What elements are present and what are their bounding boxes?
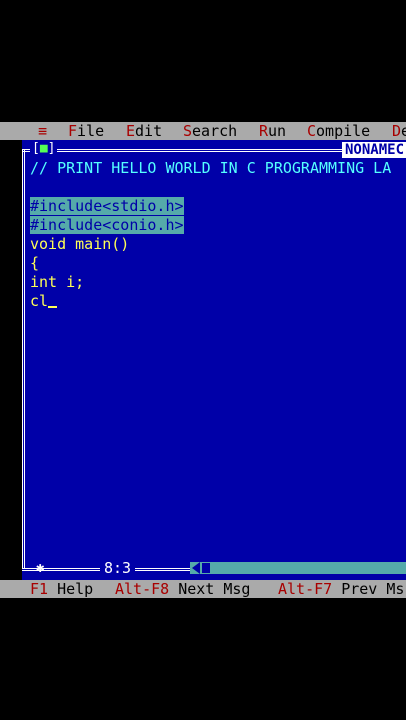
code-line[interactable]: { bbox=[30, 254, 406, 273]
resize-corner-icon[interactable]: ✱ bbox=[36, 560, 44, 576]
close-icon: ■ bbox=[39, 141, 48, 156]
code-text: void main() bbox=[30, 235, 130, 253]
code-text: int i; bbox=[30, 273, 85, 291]
window-frame-left bbox=[22, 149, 25, 569]
menu-run[interactable]: Run bbox=[259, 122, 286, 140]
code-line[interactable] bbox=[30, 178, 406, 197]
menu-edit[interactable]: Edit bbox=[126, 122, 162, 140]
code-editor[interactable]: // PRINT HELLO WORLD IN C PROGRAMMING LA… bbox=[30, 159, 406, 311]
status-prev-msg[interactable]: Alt-F7 Prev Ms bbox=[278, 580, 404, 598]
menu-compile[interactable]: Compile bbox=[307, 122, 370, 140]
code-text: #include<conio.h> bbox=[30, 216, 184, 234]
code-line[interactable]: void main() bbox=[30, 235, 406, 254]
menu-debug[interactable]: De bbox=[392, 122, 406, 140]
scroll-left-icon[interactable] bbox=[192, 562, 200, 574]
horizontal-scrollbar[interactable] bbox=[190, 562, 406, 574]
code-text: #include<stdio.h> bbox=[30, 197, 184, 215]
code-text: { bbox=[30, 254, 40, 272]
menu-bar: ≡ File Edit Search Run Compile De bbox=[0, 122, 406, 140]
code-line[interactable]: cl bbox=[30, 292, 406, 311]
scroll-thumb[interactable] bbox=[202, 563, 210, 573]
left-margin bbox=[0, 140, 22, 580]
status-help[interactable]: F1 Help bbox=[30, 580, 93, 598]
system-menu-icon[interactable]: ≡ bbox=[38, 122, 47, 140]
code-line[interactable]: #include<stdio.h> bbox=[30, 197, 406, 216]
turbo-c-ide: ≡ File Edit Search Run Compile De [■] NO… bbox=[0, 122, 406, 598]
menu-file[interactable]: File bbox=[68, 122, 104, 140]
code-line[interactable]: #include<conio.h> bbox=[30, 216, 406, 235]
close-box[interactable]: [■] bbox=[30, 141, 58, 156]
code-line[interactable]: // PRINT HELLO WORLD IN C PROGRAMMING LA bbox=[30, 159, 406, 178]
window-title: NONAMEC bbox=[342, 142, 406, 158]
status-next-msg[interactable]: Alt-F8 Next Msg bbox=[115, 580, 250, 598]
text-cursor bbox=[48, 306, 58, 308]
code-text: // PRINT HELLO WORLD IN C PROGRAMMING LA bbox=[30, 159, 392, 177]
cursor-position: 8:3 bbox=[100, 560, 136, 576]
menu-search[interactable]: Search bbox=[183, 122, 237, 140]
code-text: cl bbox=[30, 292, 49, 310]
code-line[interactable]: int i; bbox=[30, 273, 406, 292]
status-bar: F1 Help Alt-F8 Next Msg Alt-F7 Prev Ms bbox=[0, 580, 406, 598]
